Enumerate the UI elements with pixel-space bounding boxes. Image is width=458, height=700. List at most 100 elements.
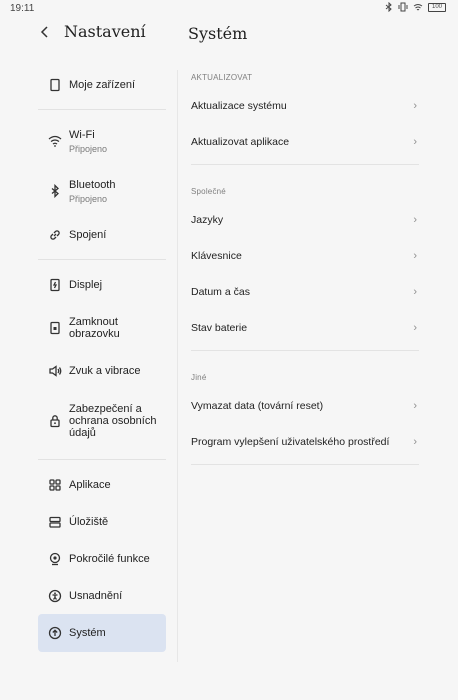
sidebar-item-zamknout[interactable]: Zamknout obrazovku [38,304,166,352]
sidebar-item-moje[interactable]: Moje zařízení [38,67,166,103]
sidebar-item-label: Zvuk a vibrace [69,364,141,377]
back-button[interactable] [40,25,58,38]
link-icon [48,228,62,242]
sidebar-item-label: Zamknout obrazovku [69,316,120,340]
sidebar-item-label: Bluetooth [69,178,116,191]
sidebar-item-text: Aplikace [69,479,111,491]
sidebar-item-zabezpeceni[interactable]: Zabezpečení a ochrana osobních údajů [38,389,166,453]
page-title-right: Systém [188,24,248,43]
settings-row-label: Program vylepšení uživatelského prostřed… [191,436,390,448]
page-title-left: Nastavení [64,22,146,41]
sidebar-item-text: Bluetooth Připojeno [69,179,115,204]
settings-row[interactable]: Vymazat data (tovární reset) › [191,388,419,424]
settings-row-label: Aktualizace systému [191,100,287,112]
sidebar-item-text: Spojení [69,229,106,241]
chevron-left-icon [40,25,48,38]
system-update-icon [48,626,62,640]
settings-row-label: Aktualizovat aplikace [191,136,290,148]
sidebar-item-text: Usnadnění [69,590,122,602]
settings-row-label: Stav baterie [191,322,248,334]
sidebar-item-label: Systém [69,627,106,639]
settings-sidebar: Moje zařízení Wi-Fi Připojeno Bluetooth Přip… [38,67,166,658]
accessibility-icon [48,589,62,603]
section-label: Jiné [191,373,207,382]
settings-row[interactable]: Datum a čas › [191,274,419,310]
section-divider [191,350,419,351]
sidebar-item-status: Připojeno [69,193,108,204]
sidebar-item-usnadneni[interactable]: Usnadnění [38,577,166,614]
section-divider [191,464,419,465]
sidebar-item-displej[interactable]: Displej [38,266,166,304]
settings-row[interactable]: Aktualizovat aplikace › [191,124,419,160]
chevron-right-icon: › [413,400,417,412]
bluetooth-status-icon [385,2,393,12]
sidebar-item-label: Aplikace [69,478,111,491]
sidebar-item-text: Zvuk a vibrace [69,365,141,377]
lock-screen-icon [48,321,62,335]
phone-outline-icon [48,78,62,92]
padlock-icon [48,414,62,428]
sidebar-item-text: Úložiště [69,516,108,528]
settings-row[interactable]: Program vylepšení uživatelského prostřed… [191,424,419,460]
sidebar-item-text: Systém [69,627,106,639]
advanced-features-icon [48,552,62,566]
sidebar-item-label: Zabezpečení a ochrana osobních údajů [69,403,157,439]
section-label: Společné [191,187,226,196]
bluetooth-icon [48,184,62,198]
status-time: 19:11 [10,3,35,14]
sidebar-item-text: Moje zařízení [69,79,135,91]
vibrate-status-icon [398,2,408,12]
grid-icon [48,478,62,492]
chevron-right-icon: › [413,250,417,262]
sidebar-item-text: Zamknout obrazovku [69,316,120,340]
sidebar-item-wifi[interactable]: Wi-Fi Připojeno [38,116,166,166]
sidebar-item-text: Zabezpečení a ochrana osobních údajů [69,403,156,439]
speaker-icon [48,364,62,378]
sidebar-item-spojeni[interactable]: Spojení [38,216,166,253]
sidebar-item-system[interactable]: Systém [38,614,166,652]
battery-icon: 100 [428,2,446,12]
section-divider [191,164,419,165]
storage-icon [48,515,62,529]
wifi-icon [48,134,62,148]
chevron-right-icon: › [413,322,417,334]
pane-divider [177,70,178,662]
display-icon [48,278,62,292]
sidebar-item-label: Spojení [69,228,107,241]
sidebar-item-label: Usnadnění [69,589,123,602]
chevron-right-icon: › [413,100,417,112]
sidebar-item-zvuk[interactable]: Zvuk a vibrace [38,352,166,389]
chevron-right-icon: › [413,286,417,298]
chevron-right-icon: › [413,136,417,148]
settings-row[interactable]: Aktualizace systému › [191,88,419,124]
sidebar-item-status: Připojeno [69,143,108,154]
settings-row[interactable]: Jazyky › [191,202,419,238]
settings-row-label: Jazyky [191,214,224,226]
settings-row-label: Vymazat data (tovární reset) [191,400,324,412]
settings-row-label: Datum a čas [191,286,250,298]
left-header: Nastavení [40,22,146,41]
wifi-status-icon [413,3,423,12]
status-bar: 19:11 100 [0,0,458,16]
sidebar-item-label: Moje zařízení [69,79,136,91]
system-settings-list: AKTUALIZOVAT Aktualizace systému › Aktualiz… [191,67,419,465]
sidebar-item-label: Úložiště [69,515,109,528]
sidebar-item-label: Pokročilé funkce [69,552,150,565]
sidebar-item-label: Wi-Fi [69,128,95,141]
status-icons: 100 [385,2,446,12]
sidebar-item-label: Displej [69,279,103,291]
sidebar-item-pokrocile[interactable]: Pokročilé funkce [38,540,166,577]
chevron-right-icon: › [413,214,417,226]
section-label: AKTUALIZOVAT [191,73,253,82]
sidebar-item-bt[interactable]: Bluetooth Připojeno [38,166,166,216]
sidebar-item-aplikace[interactable]: Aplikace [38,466,166,503]
sidebar-item-text: Displej [69,279,102,291]
sidebar-item-uloziste[interactable]: Úložiště [38,503,166,540]
settings-row[interactable]: Stav baterie › [191,310,419,346]
sidebar-item-text: Pokročilé funkce [69,553,150,565]
chevron-right-icon: › [413,436,417,448]
sidebar-item-text: Wi-Fi Připojeno [69,129,107,154]
settings-row-label: Klávesnice [191,250,242,262]
settings-row[interactable]: Klávesnice › [191,238,419,274]
